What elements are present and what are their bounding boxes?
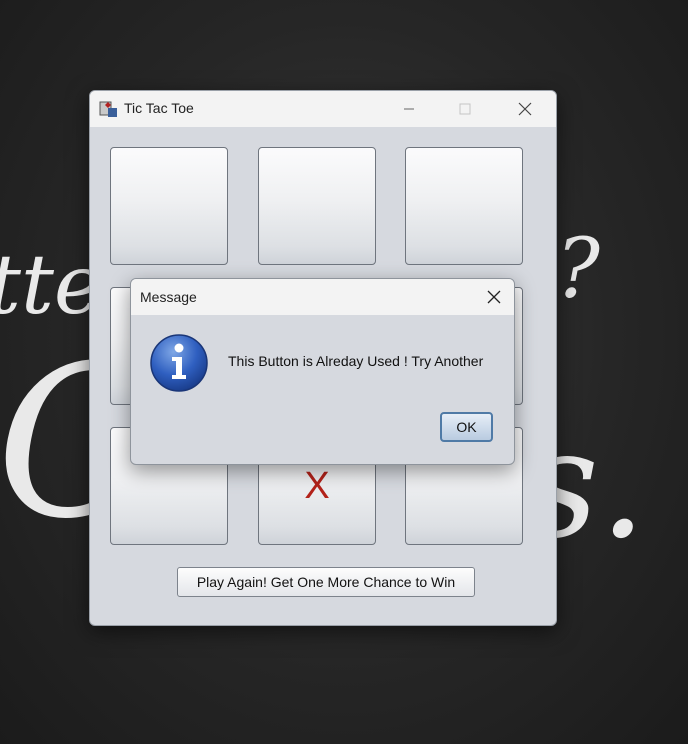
close-button[interactable] [502, 91, 548, 127]
play-again-button[interactable]: Play Again! Get One More Chance to Win [177, 567, 475, 597]
background-text-fragment: ? [556, 222, 600, 317]
board-cell[interactable] [110, 147, 228, 265]
dialog-message: This Button is Alreday Used ! Try Anothe… [228, 353, 484, 369]
close-icon [518, 102, 532, 116]
maximize-button[interactable] [442, 91, 488, 127]
dialog-title: Message [140, 289, 197, 305]
window-title: Tic Tac Toe [124, 100, 194, 116]
dialog-titlebar[interactable]: Message [131, 279, 514, 315]
close-icon [487, 290, 501, 304]
ok-button[interactable]: OK [440, 412, 493, 442]
board-cell[interactable] [258, 147, 376, 265]
info-icon [150, 334, 208, 392]
maximize-icon [459, 103, 471, 115]
dialog-close-button[interactable] [474, 279, 514, 315]
java-app-icon [99, 101, 117, 117]
board-cell[interactable] [405, 147, 523, 265]
window-titlebar[interactable]: Tic Tac Toe [90, 91, 556, 127]
minimize-button[interactable] [386, 91, 432, 127]
message-dialog: Message This Button is Alreday Used ! Tr… [130, 278, 515, 465]
minimize-icon [404, 108, 414, 110]
